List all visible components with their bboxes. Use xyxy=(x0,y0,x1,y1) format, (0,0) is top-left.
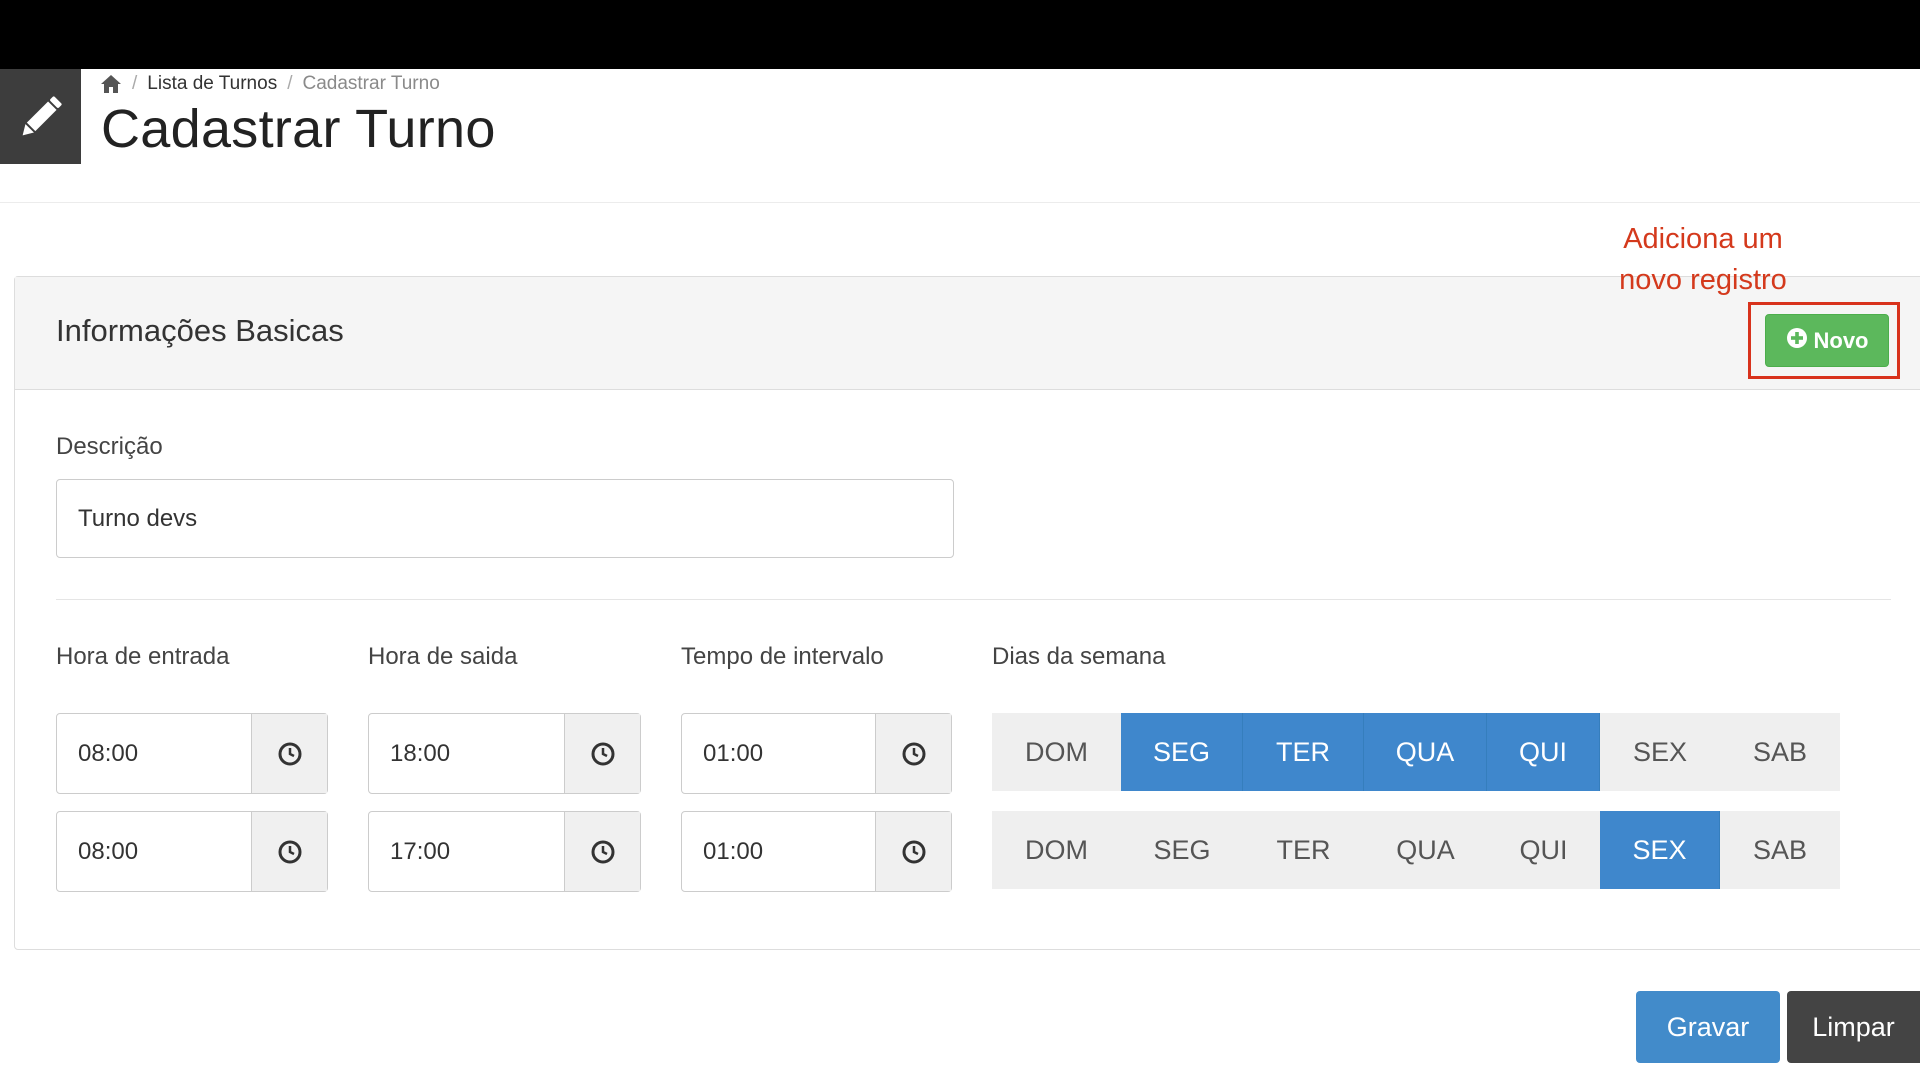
annotation-note: Adiciona um novo registro xyxy=(1600,219,1806,301)
new-record-label: Novo xyxy=(1813,327,1869,353)
hora-entrada-field-1[interactable]: 08:00 xyxy=(56,713,328,794)
top-black-bar xyxy=(0,0,1920,69)
breadcrumb: / Lista de Turnos / Cadastrar Turno xyxy=(100,73,440,95)
annotation-line-2: novo registro xyxy=(1619,264,1787,296)
descricao-label: Descrição xyxy=(56,433,163,460)
day-toggle-ter[interactable]: TER xyxy=(1243,713,1364,791)
day-toggle-qui[interactable]: QUI xyxy=(1487,713,1600,791)
clock-icon[interactable] xyxy=(564,812,640,891)
day-toggle-sab[interactable]: SAB xyxy=(1720,713,1840,791)
day-toggle-qua[interactable]: QUA xyxy=(1364,713,1487,791)
day-toggle-dom[interactable]: DOM xyxy=(992,811,1121,889)
days-of-week-group-2: DOM SEG TER QUA QUI SEX SAB xyxy=(992,811,1840,889)
form-divider xyxy=(56,599,1891,600)
clock-icon[interactable] xyxy=(875,714,951,793)
breadcrumb-link-lista-de-turnos[interactable]: Lista de Turnos xyxy=(147,73,277,95)
clock-icon[interactable] xyxy=(564,714,640,793)
day-toggle-dom[interactable]: DOM xyxy=(992,713,1121,791)
hora-entrada-value-2[interactable]: 08:00 xyxy=(57,812,251,891)
tempo-intervalo-value-1[interactable]: 01:00 xyxy=(682,714,875,793)
new-record-button[interactable]: Novo xyxy=(1765,314,1889,367)
pencil-icon xyxy=(0,69,81,164)
day-toggle-sex[interactable]: SEX xyxy=(1600,811,1720,889)
plus-circle-icon xyxy=(1786,327,1808,355)
day-toggle-sab[interactable]: SAB xyxy=(1720,811,1840,889)
breadcrumb-separator: / xyxy=(132,73,138,94)
tempo-intervalo-label: Tempo de intervalo xyxy=(681,643,884,670)
hora-saida-value-2[interactable]: 17:00 xyxy=(369,812,564,891)
save-button[interactable]: Gravar xyxy=(1636,991,1780,1063)
tempo-intervalo-field-2[interactable]: 01:00 xyxy=(681,811,952,892)
breadcrumb-current: Cadastrar Turno xyxy=(302,73,440,94)
annotation-line-1: Adiciona um xyxy=(1623,223,1783,255)
tempo-intervalo-value-2[interactable]: 01:00 xyxy=(682,812,875,891)
hora-entrada-value-1[interactable]: 08:00 xyxy=(57,714,251,793)
day-toggle-seg[interactable]: SEG xyxy=(1121,811,1243,889)
day-toggle-qua[interactable]: QUA xyxy=(1364,811,1487,889)
day-toggle-seg[interactable]: SEG xyxy=(1121,713,1243,791)
hora-saida-field-1[interactable]: 18:00 xyxy=(368,713,641,794)
header-divider xyxy=(0,202,1920,203)
tempo-intervalo-field-1[interactable]: 01:00 xyxy=(681,713,952,794)
hora-entrada-label: Hora de entrada xyxy=(56,643,230,670)
day-toggle-ter[interactable]: TER xyxy=(1243,811,1364,889)
clock-icon[interactable] xyxy=(251,812,327,891)
breadcrumb-separator: / xyxy=(287,73,293,94)
hora-saida-label: Hora de saida xyxy=(368,643,518,670)
clock-icon[interactable] xyxy=(251,714,327,793)
clear-button[interactable]: Limpar xyxy=(1787,991,1920,1063)
panel-title: Informações Basicas xyxy=(56,313,344,348)
hora-saida-field-2[interactable]: 17:00 xyxy=(368,811,641,892)
hora-entrada-field-2[interactable]: 08:00 xyxy=(56,811,328,892)
dias-semana-label: Dias da semana xyxy=(992,643,1166,670)
descricao-input[interactable] xyxy=(56,479,954,558)
day-toggle-qui[interactable]: QUI xyxy=(1487,811,1600,889)
page-title: Cadastrar Turno xyxy=(101,99,496,159)
clock-icon[interactable] xyxy=(875,812,951,891)
day-toggle-sex[interactable]: SEX xyxy=(1600,713,1720,791)
home-icon[interactable] xyxy=(100,74,122,94)
days-of-week-group-1: DOM SEG TER QUA QUI SEX SAB xyxy=(992,713,1840,791)
hora-saida-value-1[interactable]: 18:00 xyxy=(369,714,564,793)
